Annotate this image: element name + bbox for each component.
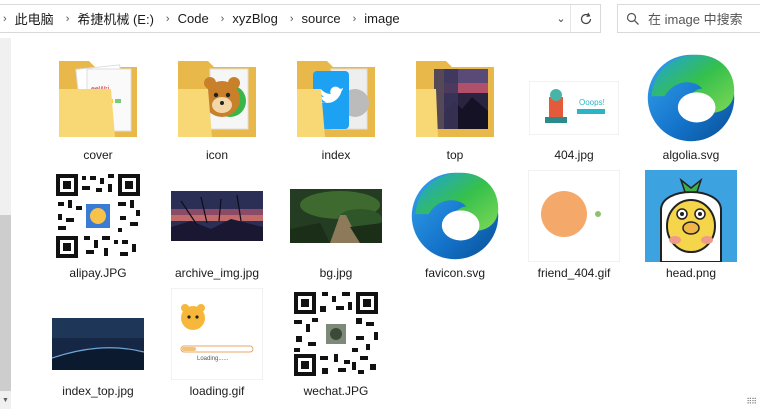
image-thumbnail: [641, 168, 741, 264]
image-thumbnail: [524, 168, 624, 264]
file-item-algolia-svg[interactable]: algolia.svg: [641, 50, 741, 168]
file-name: loading.gif: [189, 384, 245, 398]
resize-grip-icon[interactable]: ⠿⠿: [746, 397, 757, 406]
file-item-icon[interactable]: icon: [167, 50, 267, 168]
file-name: top: [446, 148, 464, 162]
breadcrumb-code[interactable]: › Code: [162, 5, 217, 32]
file-item-favicon-svg[interactable]: favicon.svg: [405, 168, 505, 286]
edge-icon: [405, 168, 505, 264]
image-thumbnail: Loading......: [167, 286, 267, 382]
file-name: index: [321, 148, 351, 162]
file-name: index_top.jpg: [62, 384, 134, 398]
file-name: bg.jpg: [319, 266, 353, 280]
file-name: head.png: [665, 266, 717, 280]
file-item-friend-404-gif[interactable]: friend_404.gif: [524, 168, 624, 286]
chevron-down-icon: ⌄: [556, 13, 566, 25]
file-name: icon: [205, 148, 228, 162]
breadcrumb-source[interactable]: › source: [286, 5, 349, 32]
chevron-right-icon: ›: [220, 12, 225, 25]
file-item-archive-img-jpg[interactable]: archive_img.jpg: [167, 168, 267, 286]
file-item-index-top-jpg[interactable]: index_top.jpg: [48, 286, 148, 404]
file-item-bg-jpg[interactable]: bg.jpg: [286, 168, 386, 286]
scrollbar-thumb[interactable]: [0, 215, 11, 391]
refresh-icon: [580, 12, 591, 24]
chevron-right-icon: ›: [289, 12, 294, 25]
chevron-right-icon: ›: [165, 12, 170, 25]
loading-text: Loading......: [197, 356, 229, 362]
file-name: favicon.svg: [424, 266, 486, 280]
file-item-404-jpg[interactable]: Ooops! 404.jpg: [524, 50, 624, 168]
file-name: 404.jpg: [554, 148, 594, 162]
folder-icon: [286, 50, 386, 146]
address-bar[interactable]: › 此电脑 › 希捷机械 (E:) › Code › xyzBlog › sou…: [0, 4, 601, 33]
file-name: alipay.JPG: [69, 266, 127, 280]
file-name: wechat.JPG: [303, 384, 369, 398]
edge-icon: [641, 50, 741, 146]
file-item-alipay-jpg[interactable]: alipay.JPG: [48, 168, 148, 286]
breadcrumb-image[interactable]: › image: [349, 5, 408, 32]
search-placeholder: 在 image 中搜索: [648, 12, 743, 27]
file-item-loading-gif[interactable]: Loading...... loading.gif: [167, 286, 267, 404]
file-item-top[interactable]: top: [405, 50, 505, 168]
qr-code-thumbnail: [48, 168, 148, 264]
file-item-index[interactable]: index: [286, 50, 386, 168]
folder-icon: [167, 50, 267, 146]
image-thumbnail: [286, 168, 386, 264]
search-icon: [618, 12, 648, 26]
scroll-down-icon[interactable]: ▼: [2, 397, 9, 404]
oops-text: Ooops!: [579, 98, 605, 107]
folder-icon: [405, 50, 505, 146]
chevron-right-icon: ›: [65, 12, 70, 25]
folder-icon: eeWri: [48, 50, 148, 146]
qr-code-thumbnail: [286, 286, 386, 382]
file-item-cover[interactable]: eeWri cover: [48, 50, 148, 168]
navigation-pane-scrollbar[interactable]: ▼: [0, 38, 11, 409]
breadcrumb-drive[interactable]: › 希捷机械 (E:): [62, 5, 162, 32]
chevron-right-icon: ›: [3, 12, 7, 25]
breadcrumb-this-pc[interactable]: › 此电脑: [0, 5, 62, 32]
file-name: algolia.svg: [662, 148, 720, 162]
file-item-wechat-jpg[interactable]: wechat.JPG: [286, 286, 386, 404]
file-name: friend_404.gif: [537, 266, 611, 280]
image-thumbnail: [167, 168, 267, 264]
search-box[interactable]: 在 image 中搜索: [617, 4, 760, 33]
breadcrumb-xyzblog[interactable]: › xyzBlog: [217, 5, 286, 32]
address-history-button[interactable]: ⌄: [551, 5, 571, 32]
image-thumbnail: Ooops!: [524, 50, 624, 146]
refresh-button[interactable]: [570, 5, 600, 32]
file-name: archive_img.jpg: [174, 266, 260, 280]
top-bar: › 此电脑 › 希捷机械 (E:) › Code › xyzBlog › sou…: [0, 0, 760, 38]
file-item-head-png[interactable]: head.png: [641, 168, 741, 286]
file-name: cover: [83, 148, 113, 162]
image-thumbnail: [48, 286, 148, 382]
chevron-right-icon: ›: [352, 12, 357, 25]
